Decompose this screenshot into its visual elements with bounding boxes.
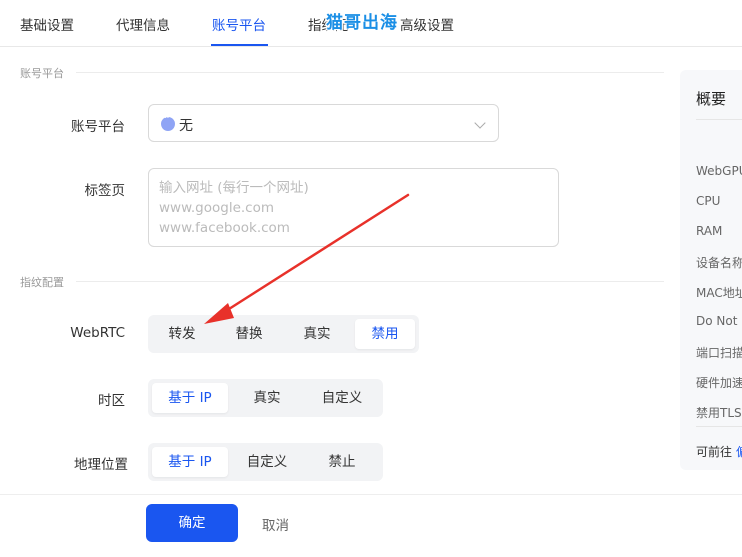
tabs-label: 标签页 <box>84 183 126 199</box>
watermark-text: 猫哥出海 <box>326 13 398 33</box>
overview-item: WebGPU <box>696 164 742 178</box>
tabs-url-textarea[interactable]: 输入网址 (每行一个网址) www.google.com www.faceboo… <box>148 168 559 247</box>
webrtc-option-real[interactable]: 真实 <box>287 319 347 349</box>
cancel-button[interactable]: 取消 <box>262 514 289 534</box>
webrtc-option-disable[interactable]: 禁用 <box>355 319 415 349</box>
geo-label: 地理位置 <box>74 457 128 473</box>
overview-divider <box>696 119 742 120</box>
webrtc-option-forward[interactable]: 转发 <box>152 319 212 349</box>
overview-footer: 可前往 偏 <box>696 443 742 460</box>
section-divider <box>20 281 664 282</box>
tab-basic-settings[interactable]: 基础设置 <box>20 14 74 34</box>
timezone-option-real[interactable]: 真实 <box>232 383 302 413</box>
geo-segmented: 基于 IP 自定义 禁止 <box>148 443 383 481</box>
overview-item: RAM <box>696 224 723 238</box>
confirm-button[interactable]: 确定 <box>146 504 238 542</box>
webrtc-option-replace[interactable]: 替换 <box>219 319 279 349</box>
tab-proxy-info[interactable]: 代理信息 <box>116 14 170 34</box>
active-tab-indicator <box>211 44 268 46</box>
overview-item: 端口扫描 <box>696 346 742 360</box>
tab-bar: 基础设置 代理信息 账号平台 指纹配置 高级设置 猫哥出海 <box>0 0 742 47</box>
footer-bar: 确定 取消 <box>0 494 742 557</box>
platform-label: 账号平台 <box>71 119 125 135</box>
overview-item: Do Not <box>696 314 738 328</box>
webrtc-label: WebRTC <box>70 325 125 341</box>
overview-item: CPU <box>696 194 721 208</box>
section-title: 指纹配置 <box>20 274 76 290</box>
timezone-option-ip[interactable]: 基于 IP <box>152 383 228 413</box>
platform-more-icon <box>161 113 175 131</box>
geo-option-ip[interactable]: 基于 IP <box>152 447 228 477</box>
overview-item: 设备名称 <box>696 256 742 270</box>
overview-divider <box>696 426 742 427</box>
section-divider <box>20 72 664 73</box>
chevron-down-icon <box>474 117 486 129</box>
overview-item: MAC地址 <box>696 286 742 300</box>
geo-option-forbid[interactable]: 禁止 <box>306 447 378 477</box>
platform-select-value: 无 <box>179 118 193 134</box>
section-title: 账号平台 <box>20 65 76 81</box>
section-account-platform: 账号平台 <box>20 65 664 81</box>
tab-account-platform[interactable]: 账号平台 <box>212 14 266 34</box>
overview-title: 概要 <box>696 90 727 108</box>
geo-option-custom[interactable]: 自定义 <box>232 447 302 477</box>
webrtc-segmented: 转发 替换 真实 禁用 <box>148 315 419 353</box>
section-fingerprint: 指纹配置 <box>20 274 664 290</box>
timezone-segmented: 基于 IP 真实 自定义 <box>148 379 383 417</box>
timezone-label: 时区 <box>98 393 125 409</box>
platform-select[interactable]: 无 <box>148 104 499 142</box>
overview-item: 硬件加速 <box>696 376 742 390</box>
overview-footer-text: 可前往 <box>696 445 733 459</box>
timezone-option-custom[interactable]: 自定义 <box>306 383 378 413</box>
overview-panel: 概要 WebGPU CPU RAM 设备名称 MAC地址 Do Not 端口扫描… <box>680 70 742 470</box>
overview-footer-link[interactable]: 偏 <box>736 445 742 459</box>
overview-item: 禁用TLS <box>696 406 742 420</box>
tab-advanced-settings[interactable]: 高级设置 <box>400 14 462 34</box>
